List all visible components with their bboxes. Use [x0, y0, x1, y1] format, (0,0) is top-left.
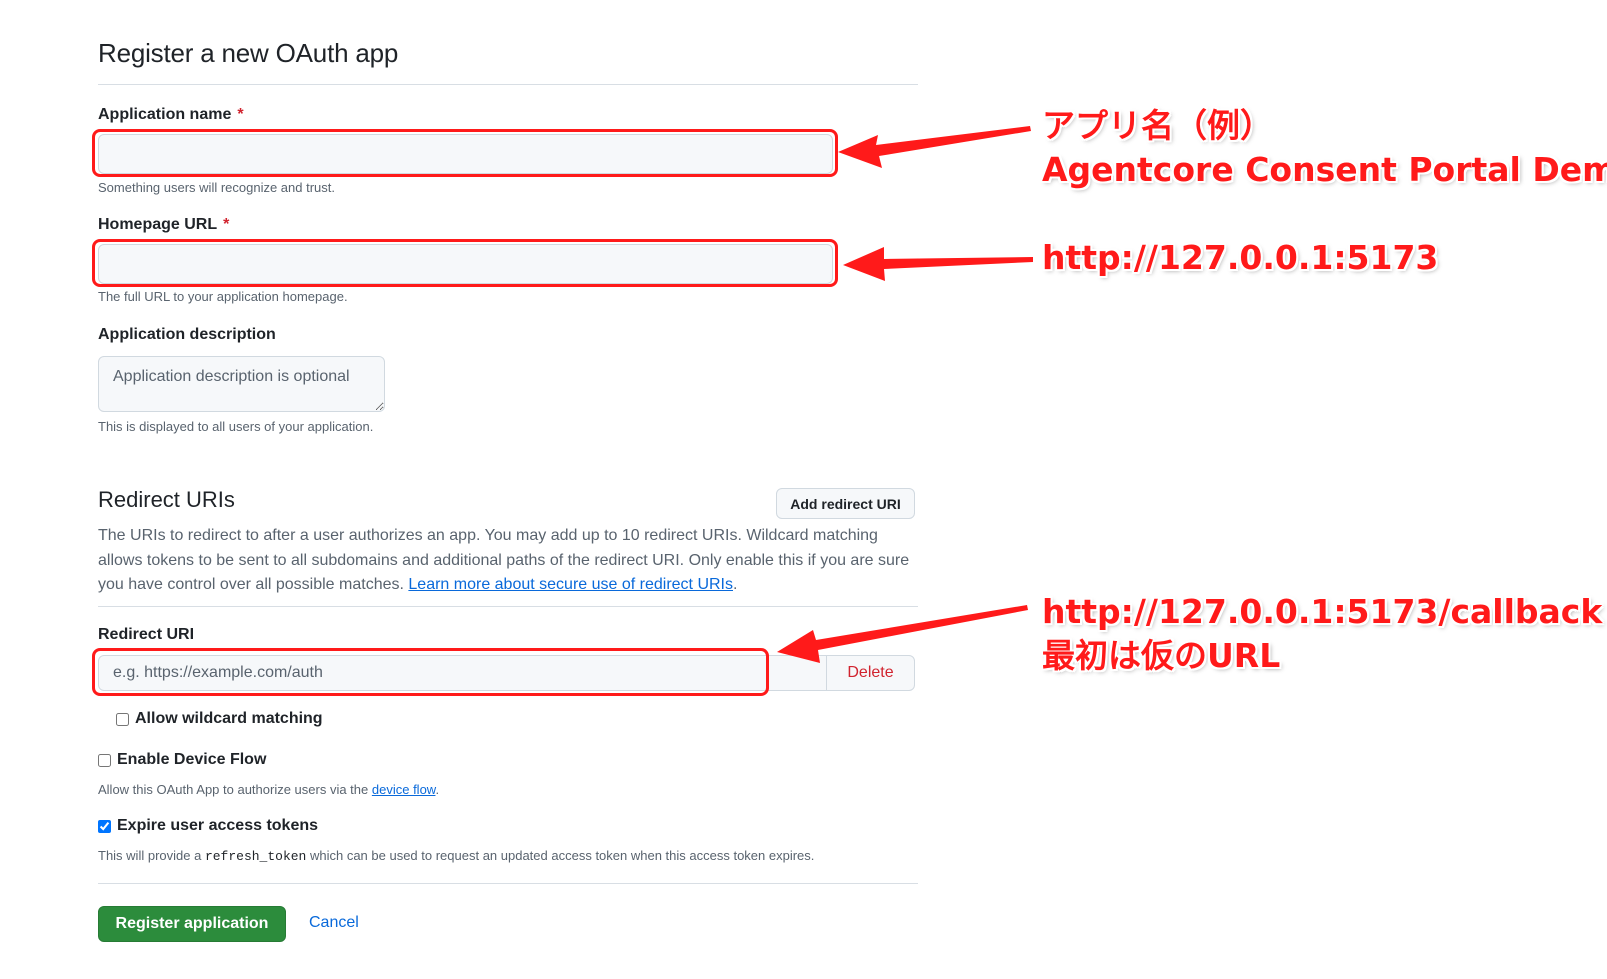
app-description-note: This is displayed to all users of your a…	[98, 419, 374, 434]
redirect-uri-input[interactable]	[98, 655, 828, 691]
wildcard-matching-checkbox[interactable]	[116, 712, 129, 726]
secure-redirect-uris-link[interactable]: Learn more about secure use of redirect …	[408, 576, 733, 593]
register-application-button[interactable]: Register application	[98, 906, 286, 942]
annotation-app-name-line1: アプリ名（例）	[1042, 106, 1273, 145]
arrow-to-app-name	[838, 126, 1031, 168]
expire-tokens-row[interactable]: Expire user access tokens	[98, 817, 318, 835]
annotation-app-name-line2: Agentcore Consent Portal Demo	[1042, 150, 1607, 189]
device-flow-note-prefix: Allow this OAuth App to authorize users …	[98, 782, 372, 797]
device-flow-label: Enable Device Flow	[117, 751, 267, 768]
expire-tokens-note-suffix: which can be used to request an updated …	[306, 848, 815, 863]
device-flow-link[interactable]: device flow	[372, 782, 436, 797]
app-name-label-text: Application name	[98, 106, 232, 123]
page-title: Register a new OAuth app	[98, 38, 399, 68]
redirect-divider	[98, 606, 918, 607]
title-divider	[98, 84, 918, 85]
redirect-uris-description: The URIs to redirect to after a user aut…	[98, 524, 916, 598]
expire-tokens-note-prefix: This will provide a	[98, 848, 205, 863]
homepage-url-input[interactable]	[98, 244, 833, 284]
required-mark: *	[223, 216, 230, 233]
arrow-to-homepage-url	[843, 247, 1033, 281]
annotation-homepage-url: http://127.0.0.1:5173	[1042, 238, 1439, 277]
app-name-note: Something users will recognize and trust…	[98, 180, 336, 195]
homepage-url-label-text: Homepage URL	[98, 216, 218, 233]
device-flow-note-suffix: .	[435, 782, 440, 797]
annotation-redirect-line2: 最初は仮のURL	[1042, 636, 1281, 675]
delete-redirect-uri-button[interactable]: Delete	[826, 655, 915, 691]
homepage-url-note: The full URL to your application homepag…	[98, 289, 348, 304]
link-suffix: .	[733, 576, 738, 593]
device-flow-checkbox[interactable]	[98, 753, 111, 767]
app-name-label: Application name *	[98, 106, 244, 124]
annotation-app-name: アプリ名（例） Agentcore Consent Portal Demo	[1042, 104, 1607, 192]
add-redirect-uri-button[interactable]: Add redirect URI	[776, 488, 915, 519]
annotation-redirect-line1: http://127.0.0.1:5173/callback	[1042, 592, 1603, 631]
redirect-uri-label: Redirect URI	[98, 626, 195, 643]
app-name-input[interactable]	[98, 134, 833, 174]
actions-divider	[98, 883, 918, 884]
expire-tokens-checkbox[interactable]	[98, 819, 111, 833]
expire-tokens-note: This will provide a refresh_token which …	[98, 848, 814, 864]
annotation-redirect-uri: http://127.0.0.1:5173/callback 最初は仮のURL	[1042, 590, 1602, 678]
device-flow-row[interactable]: Enable Device Flow	[98, 751, 266, 769]
app-description-label: Application description	[98, 326, 276, 343]
app-description-textarea[interactable]	[98, 356, 385, 412]
expire-tokens-label: Expire user access tokens	[117, 817, 319, 834]
device-flow-note: Allow this OAuth App to authorize users …	[98, 782, 439, 797]
wildcard-matching-label: Allow wildcard matching	[135, 710, 323, 727]
wildcard-matching-row[interactable]: Allow wildcard matching	[116, 710, 323, 728]
cancel-link[interactable]: Cancel	[309, 914, 359, 932]
homepage-url-label: Homepage URL *	[98, 216, 229, 234]
required-mark: *	[237, 106, 244, 123]
redirect-uris-title: Redirect URIs	[98, 487, 235, 512]
refresh-token-code: refresh_token	[204, 849, 307, 864]
